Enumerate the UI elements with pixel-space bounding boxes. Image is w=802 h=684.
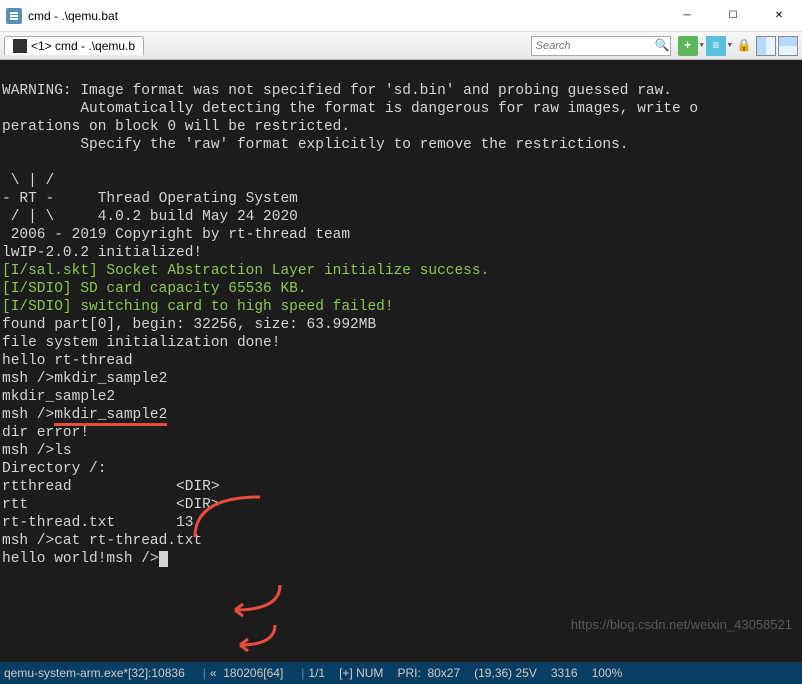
output-line: msh />cat rt-thread.txt [2,533,202,549]
tab-active[interactable]: <1> cmd - .\qemu.b [4,36,144,55]
statusbar: qemu-system-arm.exe*[32]:10836 | « 18020… [0,662,802,684]
menu-button[interactable]: ≡ [706,36,726,56]
status-zoom: 100% [592,666,623,680]
cursor [159,551,168,567]
status-encoding: « 180206[64] [210,666,283,680]
close-button[interactable]: ✕ [756,0,802,32]
output-line: lwIP-2.0.2 initialized! [2,245,202,261]
maximize-button[interactable]: ☐ [710,0,756,32]
output-line: rt-thread.txt 13 [2,515,193,531]
output-line: hello rt-thread [2,353,133,369]
add-tab-button[interactable]: + [678,36,698,56]
status-position: 1/1 [308,666,325,680]
add-dropdown-icon[interactable]: ▼ [700,42,704,50]
output-line: rtt <DIR> [2,497,220,513]
split-horizontal-button[interactable] [778,36,798,56]
menu-dropdown-icon[interactable]: ▼ [728,42,732,50]
window-title: cmd - .\qemu.bat [28,9,664,23]
lock-icon[interactable]: 🔒 [734,36,754,56]
output-line: rtthread <DIR> [2,479,220,495]
output-line: [I/SDIO] SD card capacity 65536 KB. [2,281,307,297]
output-line: / | \ 4.0.2 build May 24 2020 [2,209,298,225]
window-titlebar: cmd - .\qemu.bat ─ ☐ ✕ [0,0,802,32]
output-line: 2006 - 2019 Copyright by rt-thread team [2,227,350,243]
annotation-arrow-2 [230,580,290,620]
status-process: qemu-system-arm.exe*[32]:10836 [4,666,185,680]
highlighted-command: mkdir_sample2 [54,407,167,426]
output-line: [I/SDIO] switching card to high speed fa… [2,299,394,315]
terminal-icon [13,39,27,53]
output-line: [I/sal.skt] Socket Abstraction Layer ini… [2,263,489,279]
terminal-output[interactable]: WARNING: Image format was not specified … [0,60,802,662]
tab-label: <1> cmd - .\qemu.b [31,39,135,53]
watermark: https://blog.csdn.net/weixin_43058521 [571,616,792,634]
output-line: found part[0], begin: 32256, size: 63.99… [2,317,376,333]
status-insert: [+] NUM [339,666,383,680]
search-icon[interactable]: 🔍 [655,38,670,53]
minimize-button[interactable]: ─ [664,0,710,32]
app-icon [6,8,22,24]
status-coord: (19,36) 25V [474,666,537,680]
annotation-arrow-3 [235,620,285,655]
output-line: msh />ls [2,443,72,459]
output-line: mkdir_sample2 [2,389,115,405]
status-mem: 3316 [551,666,578,680]
output-line: \ | / [2,173,54,189]
toolbar: <1> cmd - .\qemu.b 🔍 + ▼ ≡ ▼ 🔒 [0,32,802,60]
output-line: file system initialization done! [2,335,280,351]
split-vertical-button[interactable] [756,36,776,56]
output-line: Specify the 'raw' format explicitly to r… [2,137,629,153]
output-line: - RT - Thread Operating System [2,191,298,207]
output-line: hello world!msh /> [2,551,168,567]
output-line: perations on block 0 will be restricted. [2,119,350,135]
output-line: dir error! [2,425,89,441]
output-line: msh />mkdir_sample2 [2,371,167,387]
output-line: WARNING: Image format was not specified … [2,83,672,99]
output-line: Automatically detecting the format is da… [2,101,698,117]
output-line: Directory /: [2,461,106,477]
output-line: msh />mkdir_sample2 [2,407,167,426]
search-input[interactable] [531,36,671,56]
status-priority: PRI: 80x27 [397,666,460,680]
